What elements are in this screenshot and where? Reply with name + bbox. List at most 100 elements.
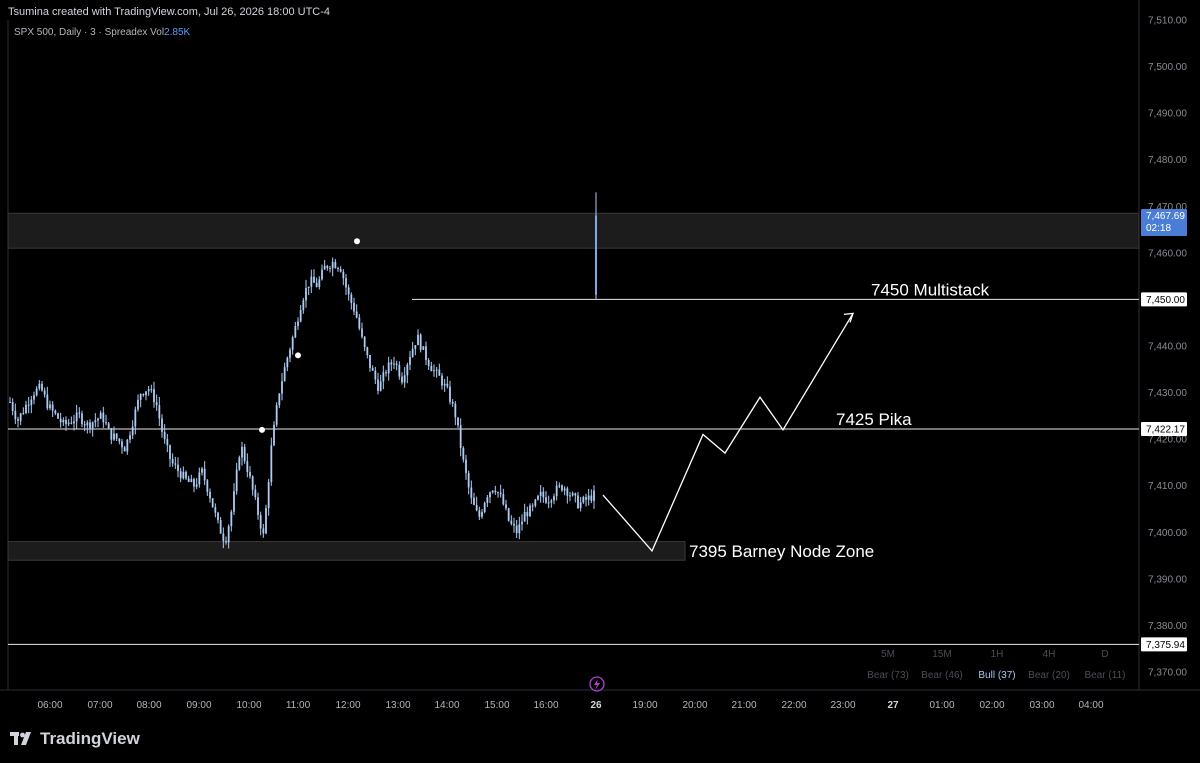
candle-body bbox=[278, 393, 281, 406]
y-tick-label: 7,440.00 bbox=[1148, 342, 1187, 353]
candle-body bbox=[11, 401, 14, 411]
candle-body bbox=[59, 418, 62, 423]
candle-body bbox=[46, 394, 49, 409]
x-tick-label: 16:00 bbox=[533, 700, 558, 711]
top-zone bbox=[7, 212, 1140, 249]
x-tick-label: 19:00 bbox=[632, 700, 657, 711]
chart-root: { "credit": "Tsumina created with Tradin… bbox=[0, 0, 1200, 763]
x-tick-label: 23:00 bbox=[830, 700, 855, 711]
candle-body bbox=[179, 471, 182, 479]
y-tick-label: 7,500.00 bbox=[1148, 62, 1187, 73]
candle-body bbox=[363, 336, 366, 348]
candle-body bbox=[86, 422, 89, 426]
candle-body bbox=[449, 386, 451, 402]
candle-body bbox=[302, 300, 305, 311]
x-tick-label: 07:00 bbox=[87, 700, 112, 711]
candle-body bbox=[54, 410, 57, 414]
timeframe-header: 5M bbox=[881, 649, 895, 660]
candle-body bbox=[526, 511, 529, 517]
candle-body bbox=[489, 492, 491, 498]
candle-body bbox=[225, 540, 227, 543]
x-tick-label: 04:00 bbox=[1078, 700, 1103, 711]
candle-body bbox=[523, 511, 526, 522]
timeframe-value: Bear (73) bbox=[867, 670, 909, 681]
candle-body bbox=[147, 389, 150, 392]
candle-body bbox=[75, 412, 78, 422]
candle-body bbox=[313, 276, 315, 283]
candle-body bbox=[350, 294, 353, 303]
candle-body bbox=[587, 495, 590, 500]
candle-body bbox=[259, 514, 262, 529]
candle-body bbox=[257, 497, 259, 515]
candle-body bbox=[299, 310, 302, 322]
candle-body bbox=[518, 524, 521, 534]
candle-body bbox=[438, 369, 441, 376]
annotation-label: 7425 Pika bbox=[836, 410, 912, 429]
candle-body bbox=[366, 347, 369, 356]
x-tick-label: 21:00 bbox=[731, 700, 756, 711]
candle-body bbox=[505, 504, 507, 509]
candle-body bbox=[217, 512, 219, 521]
candle-body bbox=[171, 458, 174, 464]
candle-body bbox=[30, 399, 33, 406]
candle-body bbox=[430, 365, 433, 372]
price-chart[interactable]: 7450 Multistack 7425 Pika 7395 Barney Node… bbox=[0, 0, 1200, 763]
x-tick-label: 11:00 bbox=[286, 700, 311, 711]
candle-body bbox=[126, 439, 129, 452]
candle-body bbox=[310, 276, 313, 287]
candle-body bbox=[182, 471, 185, 479]
candle-body bbox=[502, 494, 505, 505]
candle-body bbox=[579, 502, 582, 508]
candle-body bbox=[185, 471, 187, 479]
y-tick-label: 7,400.00 bbox=[1148, 528, 1187, 539]
candle-body bbox=[566, 488, 569, 496]
candle-body bbox=[155, 402, 158, 406]
candle-body bbox=[281, 381, 283, 394]
candle-body bbox=[187, 478, 190, 482]
candle-body bbox=[569, 495, 571, 497]
candle-body bbox=[291, 337, 294, 350]
candle-body bbox=[65, 419, 67, 424]
candle-body bbox=[545, 497, 547, 503]
candle-body bbox=[166, 439, 169, 446]
candle-body bbox=[273, 424, 275, 446]
y-tick-label: 7,480.00 bbox=[1148, 155, 1187, 166]
candle-body bbox=[494, 490, 497, 493]
candle-body bbox=[249, 472, 251, 477]
candle-body bbox=[73, 421, 75, 424]
tradingview-logo-icon bbox=[10, 732, 31, 745]
candle-body bbox=[451, 401, 454, 404]
x-tick-label: 15:00 bbox=[484, 700, 509, 711]
x-tick-label: 13:00 bbox=[385, 700, 410, 711]
price-label-text: 7,375.94 bbox=[1146, 640, 1185, 651]
timeframe-header: 15M bbox=[932, 649, 951, 660]
candle-body bbox=[571, 493, 574, 496]
candle-body bbox=[435, 369, 438, 371]
candle-body bbox=[150, 389, 153, 391]
candle-body bbox=[206, 480, 209, 492]
candle-body bbox=[315, 282, 318, 287]
candle-body bbox=[275, 405, 278, 425]
candle-body bbox=[563, 488, 566, 491]
candle-body bbox=[353, 302, 355, 312]
candle-body bbox=[129, 435, 131, 440]
candle-body bbox=[70, 422, 73, 424]
candle-body bbox=[195, 484, 198, 487]
candle-body bbox=[241, 446, 243, 458]
candle-body bbox=[561, 485, 563, 491]
lightning-bolt-icon bbox=[594, 679, 600, 690]
candle-body bbox=[131, 426, 134, 436]
candle-body bbox=[553, 496, 555, 501]
candle-body bbox=[19, 413, 22, 421]
candle-body bbox=[51, 404, 54, 411]
candle-body bbox=[382, 372, 385, 382]
candle-body bbox=[542, 491, 545, 498]
candle-body bbox=[318, 279, 321, 287]
candle-body bbox=[99, 412, 102, 419]
candle-body bbox=[307, 286, 310, 288]
x-tick-label: 10:00 bbox=[236, 700, 261, 711]
candle-body bbox=[230, 511, 233, 527]
candle-body bbox=[427, 360, 430, 366]
candle-body bbox=[454, 403, 457, 418]
candle-body bbox=[342, 271, 345, 279]
